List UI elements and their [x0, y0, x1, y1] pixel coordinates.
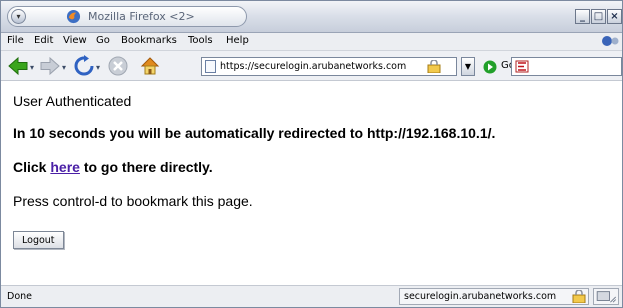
- status-text: Done: [7, 291, 32, 302]
- lock-icon[interactable]: [427, 60, 441, 73]
- page-content: User Authenticated In 10 seconds you wil…: [1, 81, 622, 285]
- back-dropdown-icon[interactable]: ▾: [30, 63, 34, 72]
- search-engine-icon[interactable]: [515, 60, 529, 73]
- go-icon[interactable]: [483, 60, 497, 74]
- status-domain-panel[interactable]: securelogin.arubanetworks.com: [399, 288, 589, 305]
- title-bar[interactable]: ▾ Mozilla Firefox <2> _ □ ×: [1, 1, 622, 33]
- back-arrow-icon[interactable]: [7, 55, 29, 77]
- security-panel-icon[interactable]: [593, 288, 619, 305]
- menu-bar: File Edit View Go Bookmarks Tools Help: [1, 33, 622, 51]
- menu-edit[interactable]: Edit: [34, 35, 53, 46]
- url-bar[interactable]: [201, 57, 457, 76]
- reload-icon[interactable]: [73, 55, 95, 77]
- direct-link-suffix: to go there directly.: [79, 159, 213, 175]
- stop-icon[interactable]: [107, 55, 129, 77]
- redirect-notice: In 10 seconds you will be automatically …: [13, 125, 496, 141]
- forward-arrow-icon[interactable]: [39, 55, 61, 77]
- window-menu-icon[interactable]: ▾: [11, 9, 26, 24]
- here-link[interactable]: here: [50, 159, 80, 175]
- url-input[interactable]: [220, 59, 424, 74]
- status-lock-icon[interactable]: [572, 290, 586, 303]
- page-icon: [205, 60, 216, 73]
- minimize-button[interactable]: _: [575, 9, 590, 24]
- menu-view[interactable]: View: [63, 35, 87, 46]
- direct-link-prefix: Click: [13, 159, 51, 175]
- menu-help[interactable]: Help: [226, 35, 249, 46]
- navigation-toolbar: ▾ ▾ ▾ ▼: [1, 51, 622, 81]
- reload-dropdown-icon[interactable]: ▾: [96, 63, 100, 72]
- window-title: Mozilla Firefox <2>: [88, 10, 195, 23]
- home-icon[interactable]: [139, 55, 161, 77]
- forward-dropdown-icon[interactable]: ▾: [62, 63, 66, 72]
- url-history-dropdown[interactable]: ▼: [461, 57, 475, 76]
- browser-window: ▾ Mozilla Firefox <2> _ □ × File Edit Vi…: [0, 0, 623, 308]
- menu-go[interactable]: Go: [96, 35, 110, 46]
- menu-tools[interactable]: Tools: [188, 35, 213, 46]
- menu-bookmarks[interactable]: Bookmarks: [121, 35, 177, 46]
- close-button[interactable]: ×: [607, 9, 622, 24]
- firefox-icon: [66, 9, 81, 24]
- direct-link-line: Click here to go there directly.: [13, 159, 213, 175]
- auth-status-text: User Authenticated: [13, 93, 132, 109]
- search-box[interactable]: [511, 57, 622, 76]
- throbber-icon: [602, 36, 619, 46]
- menu-file[interactable]: File: [7, 35, 24, 46]
- status-domain-text: securelogin.arubanetworks.com: [404, 291, 557, 302]
- status-bar: Done securelogin.arubanetworks.com: [1, 285, 622, 307]
- bookmark-hint: Press control-d to bookmark this page.: [13, 193, 253, 209]
- resize-grip-icon: [596, 291, 617, 303]
- title-capsule: ▾ Mozilla Firefox <2>: [7, 6, 247, 27]
- maximize-button[interactable]: □: [591, 9, 606, 24]
- logout-button[interactable]: Logout: [13, 231, 64, 249]
